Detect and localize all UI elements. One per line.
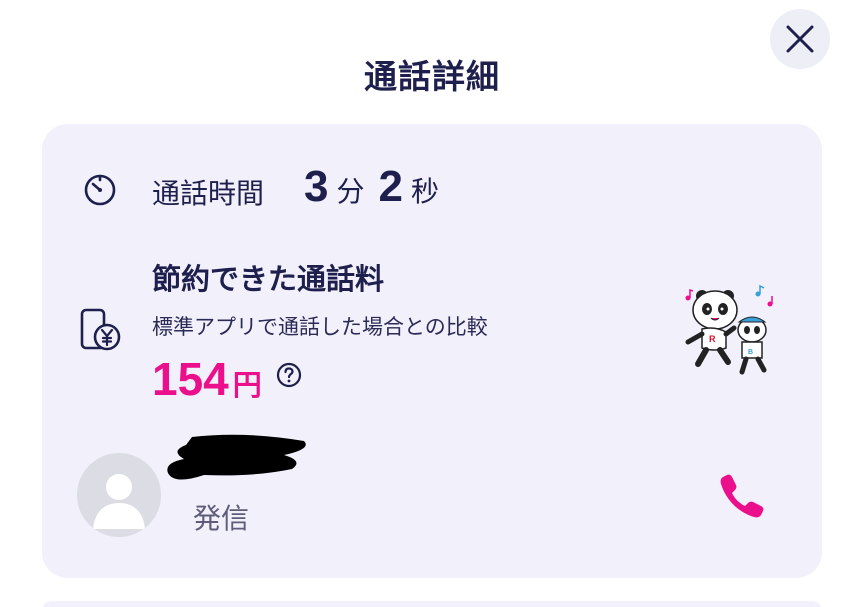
duration-minutes-unit: 分	[336, 175, 365, 208]
savings-amount-unit: 円	[232, 368, 262, 402]
duration-value: 3 分 2 秒	[304, 162, 453, 212]
svg-text:B: B	[748, 349, 753, 356]
savings-amount: 154 円	[152, 352, 302, 406]
duration-minutes: 3	[304, 162, 329, 211]
timer-icon	[84, 174, 116, 206]
phone-yen-icon	[80, 308, 121, 351]
duration-seconds-unit: 秒	[410, 175, 439, 208]
contact-avatar	[77, 453, 161, 537]
phone-call-icon	[720, 474, 764, 518]
next-card-edge	[42, 601, 822, 607]
duration-seconds: 2	[378, 162, 403, 211]
call-detail-card: 通話時間 3 分 2 秒 節約できた通話料 標準アプリで通話した場合との比較 1…	[42, 124, 822, 578]
panda-mascot-icon: R B	[685, 284, 773, 375]
page-title: 通話詳細	[364, 57, 500, 96]
savings-title: 節約できた通話料	[152, 262, 385, 296]
svg-text:R: R	[709, 334, 716, 344]
call-button[interactable]	[710, 464, 770, 524]
person-avatar-icon	[93, 474, 145, 529]
help-icon[interactable]	[276, 362, 302, 388]
duration-label: 通話時間	[152, 177, 265, 210]
savings-comparison-note: 標準アプリで通話した場合との比較	[152, 315, 488, 339]
savings-amount-value: 154	[152, 353, 229, 405]
call-direction: 発信	[193, 502, 250, 535]
redacted-contact-name	[167, 434, 306, 480]
